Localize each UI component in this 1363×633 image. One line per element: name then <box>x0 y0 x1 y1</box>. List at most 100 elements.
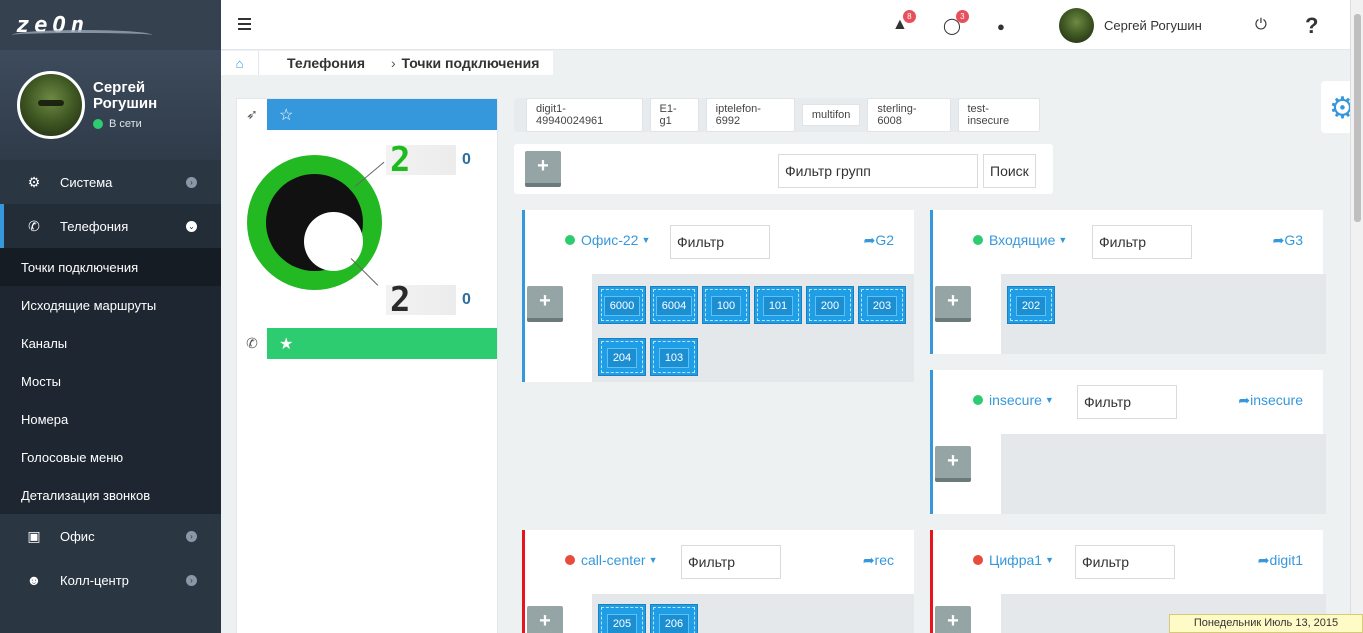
sidebar-subitem-voice-menus[interactable]: Голосовые меню <box>0 438 221 476</box>
star-outline-icon[interactable]: ☆ <box>267 99 497 130</box>
add-extension-button[interactable]: + <box>527 286 563 322</box>
add-extension-button[interactable]: + <box>527 606 563 633</box>
caret-down-icon: ▼ <box>648 555 658 565</box>
status-dot-icon <box>565 555 575 565</box>
settings-panel-toggle[interactable]: ⚙ <box>1321 81 1350 133</box>
breadcrumb-page: Точки подключения <box>401 55 540 71</box>
group-link[interactable]: ➦G2 <box>864 232 894 249</box>
sidebar-subitem-bridges[interactable]: Мосты <box>0 362 221 400</box>
chevron-right-icon: › <box>186 574 197 586</box>
trunk-tag[interactable]: digit1-49940024961 <box>526 98 643 132</box>
trunk-tag[interactable]: sterling-6008 <box>867 98 951 132</box>
sidebar-item-system[interactable]: ⚙ Система › <box>0 160 221 204</box>
trunk-tag[interactable]: iptelefon-6992 <box>705 98 795 132</box>
logo-text: zeOn <box>12 13 152 38</box>
rocket-icon[interactable]: ➶ <box>237 99 267 130</box>
share-icon: ➦ <box>863 232 876 248</box>
sidebar-item-telephony[interactable]: ✆ Телефония ⌄ <box>0 204 221 248</box>
sidebar-subitem-numbers[interactable]: Номера <box>0 400 221 438</box>
extension-tile[interactable]: 202 <box>1007 286 1055 324</box>
sidebar-item-call-center[interactable]: ☻ Колл-центр › <box>0 558 221 602</box>
group-link[interactable]: ➦rec <box>863 552 894 569</box>
phone-icon[interactable]: ✆ <box>237 328 267 359</box>
stats-tabs-bottom: ✆ ★ <box>237 328 497 359</box>
donut-chart-area: 2 0 2 0 <box>237 130 497 328</box>
user-profile: Сергей Рогушин В сети <box>0 50 221 160</box>
scrollbar-thumb[interactable] <box>1354 14 1361 222</box>
group-name[interactable]: call-center ▼ <box>565 552 658 568</box>
sidebar-subitem-outgoing-routes[interactable]: Исходящие маршруты <box>0 286 221 324</box>
group-filter-field[interactable]: Фильтр <box>681 545 781 579</box>
add-group-button[interactable]: + <box>525 151 561 187</box>
group-filter-field[interactable]: Фильтр <box>1077 385 1177 419</box>
stat-top-secondary: 0 <box>462 151 471 168</box>
group-name[interactable]: Цифра1 ▼ <box>973 552 1054 568</box>
group-name[interactable]: Офис-22 ▼ <box>565 232 650 248</box>
extensions-area: 205 206 <box>592 594 914 633</box>
group-link[interactable]: ➦insecure <box>1238 392 1303 409</box>
chevron-right-icon: › <box>390 55 400 71</box>
header-avatar[interactable] <box>1059 8 1094 43</box>
alert-icon[interactable]: ▲ 8 <box>892 10 916 34</box>
stats-widget: ➶ ☆ 2 0 2 0 ✆ ★ <box>236 98 498 633</box>
trunk-tag[interactable]: test-insecure <box>957 98 1040 132</box>
online-dot-icon <box>93 119 103 129</box>
extension-tile[interactable]: 204 <box>598 338 646 376</box>
sidebar-item-label: Система <box>60 174 113 190</box>
extensions-area: 6000 6004 100 101 200 203 204 103 <box>592 274 914 382</box>
add-extension-button[interactable]: + <box>935 446 971 482</box>
extension-tile[interactable]: 101 <box>754 286 802 324</box>
search-button[interactable]: Поиск <box>983 154 1036 188</box>
extension-tile[interactable]: 103 <box>650 338 698 376</box>
group-link[interactable]: ➦G3 <box>1273 232 1303 249</box>
extension-tile[interactable]: 200 <box>806 286 854 324</box>
add-extension-button[interactable]: + <box>935 286 971 322</box>
extension-tile[interactable]: 203 <box>858 286 906 324</box>
group-filter-field[interactable]: Фильтр <box>1092 225 1192 259</box>
stat-top: 2 0 <box>386 143 471 177</box>
help-icon[interactable]: ? <box>1305 13 1318 39</box>
messages-icon[interactable]: ◯ 3 <box>943 10 969 36</box>
breadcrumb-section[interactable]: Телефония <box>259 51 379 75</box>
extensions-area <box>1001 434 1326 514</box>
header-user-name[interactable]: Сергей Рогушин <box>1104 18 1202 33</box>
chevron-right-icon: › <box>186 176 197 188</box>
extension-tile[interactable]: 6000 <box>598 286 646 324</box>
stat-bottom: 2 0 <box>386 283 471 317</box>
menu-toggle-icon[interactable] <box>238 18 251 33</box>
briefcase-icon: ▣ <box>27 527 41 544</box>
sidebar-item-label: Офис <box>60 528 95 544</box>
sidebar-subitem-call-details[interactable]: Детализация звонков <box>0 476 221 514</box>
add-extension-button[interactable]: + <box>935 606 971 633</box>
trunk-tag[interactable]: multifon <box>801 104 861 126</box>
chat-icon[interactable]: ● <box>997 19 1005 34</box>
group-name[interactable]: Входящие ▼ <box>973 232 1067 248</box>
logo[interactable]: zeOn <box>0 0 221 50</box>
star-icon[interactable]: ★ <box>267 328 497 359</box>
trunk-tag[interactable]: E1-g1 <box>649 98 699 132</box>
extension-tile[interactable]: 206 <box>650 604 698 633</box>
home-icon[interactable]: ⌂ <box>221 51 259 75</box>
extension-tile[interactable]: 100 <box>702 286 750 324</box>
group-name[interactable]: insecure ▼ <box>973 392 1054 408</box>
group-link[interactable]: ➦digit1 <box>1258 552 1303 569</box>
sidebar-item-label: Колл-центр <box>60 572 129 588</box>
sidebar-item-office[interactable]: ▣ Офис › <box>0 514 221 558</box>
gear-icon: ⚙ <box>1329 92 1350 125</box>
share-icon: ➦ <box>1272 232 1285 248</box>
group-filter-input[interactable]: Фильтр групп <box>778 154 978 188</box>
extension-tile[interactable]: 205 <box>598 604 646 633</box>
group-card-insecure: insecure ▼ Фильтр ➦insecure + <box>930 370 1326 514</box>
sidebar-subitem-channels[interactable]: Каналы <box>0 324 221 362</box>
current-date: Понедельник Июль 13, 2015 <box>1169 614 1363 633</box>
extension-tile[interactable]: 6004 <box>650 286 698 324</box>
sidebar-subitem-connection-points[interactable]: Точки подключения <box>0 248 221 286</box>
share-icon: ➦ <box>1238 392 1251 408</box>
status-dot-icon <box>973 555 983 565</box>
group-filter-field[interactable]: Фильтр <box>670 225 770 259</box>
status-dot-icon <box>973 395 983 405</box>
avatar[interactable] <box>17 71 85 139</box>
power-icon[interactable]: ⏻ <box>1255 16 1267 33</box>
page-scrollbar[interactable] <box>1350 0 1363 633</box>
group-filter-field[interactable]: Фильтр <box>1075 545 1175 579</box>
